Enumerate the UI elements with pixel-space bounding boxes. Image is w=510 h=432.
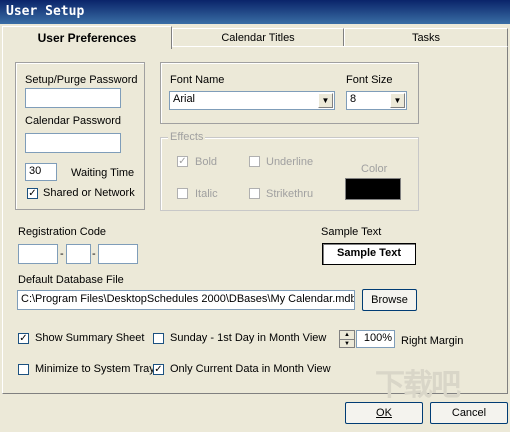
underline-label: Underline bbox=[266, 156, 314, 168]
font-size-value: 8 bbox=[350, 93, 357, 105]
effects-label: Effects bbox=[168, 131, 206, 143]
default-database-label: Default Database File bbox=[18, 274, 124, 286]
registration-dash: - bbox=[92, 248, 96, 260]
font-size-label: Font Size bbox=[346, 74, 393, 86]
chevron-down-icon[interactable]: ▼ bbox=[390, 93, 405, 108]
spin-down-icon[interactable]: ▼ bbox=[340, 340, 354, 348]
bold-checkbox[interactable]: ✓ bbox=[177, 156, 188, 167]
italic-label: Italic bbox=[195, 188, 218, 200]
sample-text-label: Sample Text bbox=[321, 226, 382, 238]
strikethru-label: Strikethru bbox=[266, 188, 314, 200]
minimize-tray-checkbox[interactable] bbox=[18, 364, 29, 375]
waiting-time-input[interactable]: 30 bbox=[25, 163, 57, 181]
tab-strip: User Preferences Calendar Titles Tasks bbox=[2, 26, 508, 49]
database-path-input[interactable]: C:\Program Files\DesktopSchedules 2000\D… bbox=[17, 290, 355, 310]
color-swatch[interactable] bbox=[345, 178, 401, 200]
calendar-password-input[interactable] bbox=[25, 133, 121, 153]
registration-code-part3[interactable] bbox=[98, 244, 138, 264]
right-margin-input[interactable]: 100% bbox=[356, 330, 395, 348]
sunday-first-day-label: Sunday - 1st Day in Month View bbox=[170, 332, 327, 344]
underline-checkbox[interactable] bbox=[249, 156, 260, 167]
font-name-value: Arial bbox=[173, 93, 196, 105]
show-summary-checkbox[interactable]: ✓ bbox=[18, 333, 29, 344]
watermark-logo: 下载吧 bbox=[375, 369, 461, 402]
sunday-first-day-checkbox[interactable] bbox=[153, 333, 164, 344]
minimize-tray-label: Minimize to System Tray bbox=[35, 363, 155, 375]
shared-network-label: Shared or Network bbox=[43, 187, 135, 199]
tab-tasks[interactable]: Tasks bbox=[344, 28, 508, 47]
right-margin-label: Right Margin bbox=[401, 335, 464, 347]
ok-button[interactable]: OK bbox=[345, 402, 423, 424]
calendar-password-label: Calendar Password bbox=[25, 115, 121, 127]
tab-calendar-titles[interactable]: Calendar Titles bbox=[172, 28, 344, 47]
registration-dash: - bbox=[60, 248, 64, 260]
font-size-select[interactable]: 8 ▼ bbox=[346, 91, 407, 110]
browse-button[interactable]: Browse bbox=[362, 289, 417, 311]
setup-password-input[interactable] bbox=[25, 88, 121, 108]
window-title: User Setup bbox=[6, 4, 85, 19]
chevron-down-icon[interactable]: ▼ bbox=[318, 93, 333, 108]
show-summary-label: Show Summary Sheet bbox=[35, 332, 145, 344]
registration-code-part2[interactable] bbox=[66, 244, 91, 264]
only-current-data-checkbox[interactable]: ✓ bbox=[153, 364, 164, 375]
color-label: Color bbox=[361, 163, 388, 175]
italic-checkbox[interactable] bbox=[177, 188, 188, 199]
strikethru-checkbox[interactable] bbox=[249, 188, 260, 199]
setup-password-label: Setup/Purge Password bbox=[25, 74, 138, 86]
registration-code-label: Registration Code bbox=[18, 226, 107, 238]
shared-network-checkbox[interactable]: ✓ bbox=[27, 188, 38, 199]
font-name-label: Font Name bbox=[170, 74, 225, 86]
tab-user-preferences[interactable]: User Preferences bbox=[2, 26, 172, 49]
spin-up-icon[interactable]: ▲ bbox=[340, 331, 354, 340]
title-bar: User Setup bbox=[0, 0, 510, 24]
bold-label: Bold bbox=[195, 156, 218, 168]
font-name-select[interactable]: Arial ▼ bbox=[169, 91, 335, 110]
waiting-time-label: Waiting Time bbox=[71, 167, 135, 179]
only-current-data-label: Only Current Data in Month View bbox=[170, 363, 331, 375]
sample-text-preview: Sample Text bbox=[322, 243, 416, 265]
cancel-button[interactable]: Cancel bbox=[430, 402, 508, 424]
margin-spinner[interactable]: ▲ ▼ bbox=[339, 330, 355, 348]
registration-code-part1[interactable] bbox=[18, 244, 58, 264]
